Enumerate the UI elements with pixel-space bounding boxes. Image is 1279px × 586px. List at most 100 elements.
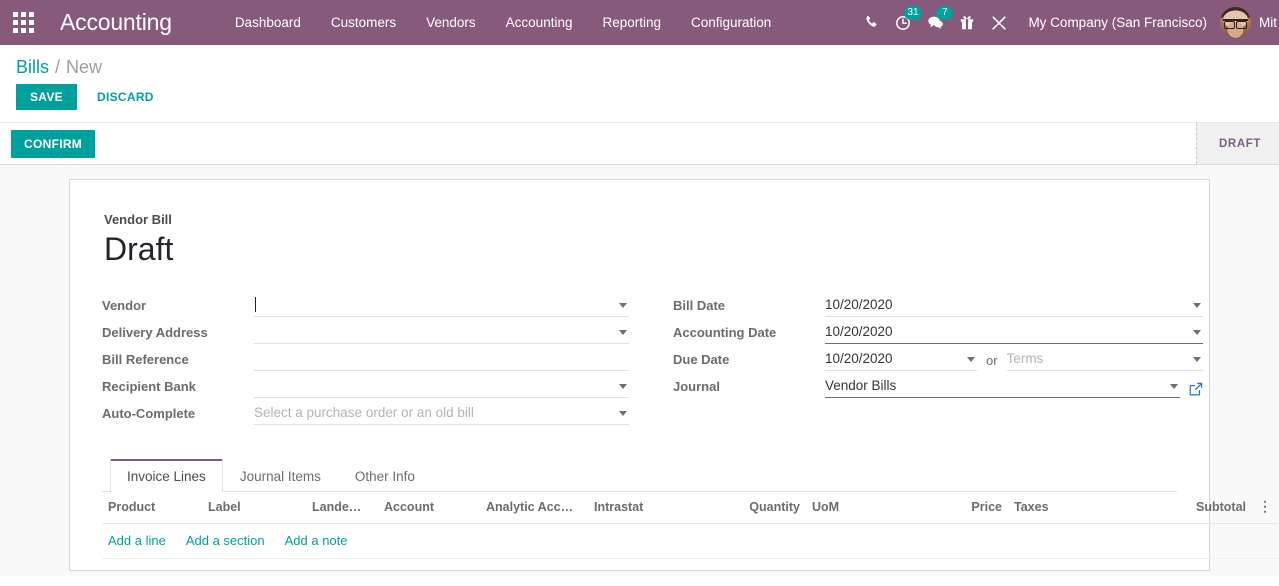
column-options-icon: ⋮ xyxy=(1258,501,1272,511)
tab-journal-items[interactable]: Journal Items xyxy=(223,459,338,492)
status-bar: CONFIRM DRAFT xyxy=(0,122,1279,165)
col-price[interactable]: Price xyxy=(936,492,1008,524)
add-row: Add a line Add a section Add a note xyxy=(102,523,1278,558)
menu-item-accounting[interactable]: Accounting xyxy=(491,0,588,45)
chevron-down-icon[interactable] xyxy=(619,303,627,308)
field-label-delivery-address: Delivery Address xyxy=(102,325,254,344)
field-label-recipient-bank: Recipient Bank xyxy=(102,379,254,398)
col-label[interactable]: Label xyxy=(202,492,306,524)
field-recipient-bank: Recipient Bank xyxy=(102,371,629,398)
form-subtitle: Vendor Bill xyxy=(104,212,1177,227)
journal-input[interactable]: Vendor Bills xyxy=(825,375,1180,398)
col-intrastat[interactable]: Intrastat xyxy=(588,492,718,524)
activities-button[interactable]: 31 xyxy=(887,0,919,45)
menu-item-configuration[interactable]: Configuration xyxy=(676,0,786,45)
tools-icon xyxy=(991,15,1007,31)
chevron-down-icon[interactable] xyxy=(1193,330,1201,335)
notebook: Invoice Lines Journal Items Other Info P… xyxy=(102,459,1177,559)
user-menu[interactable]: Mit xyxy=(1220,7,1279,38)
chevron-down-icon[interactable] xyxy=(967,357,975,362)
main-menu: Dashboard Customers Vendors Accounting R… xyxy=(220,0,787,45)
field-vendor: Vendor xyxy=(102,290,629,317)
status-badge-draft[interactable]: DRAFT xyxy=(1196,123,1279,164)
field-label-accounting-date: Accounting Date xyxy=(673,325,825,344)
app-brand-title[interactable]: Accounting xyxy=(60,9,172,36)
field-label-vendor: Vendor xyxy=(102,298,254,317)
field-label-bill-reference: Bill Reference xyxy=(102,352,254,371)
col-subtotal[interactable]: Subtotal xyxy=(1136,492,1252,524)
due-date-or-label: or xyxy=(977,353,1007,371)
field-label-due-date: Due Date xyxy=(673,352,825,371)
payment-terms-placeholder: Terms xyxy=(1007,351,1044,366)
tab-invoice-lines[interactable]: Invoice Lines xyxy=(110,459,223,492)
field-bill-date: Bill Date 10/20/2020 xyxy=(673,290,1203,317)
field-label-journal: Journal xyxy=(673,379,825,398)
tab-other-info[interactable]: Other Info xyxy=(338,459,432,492)
gift-button[interactable] xyxy=(951,0,983,45)
add-a-section-link[interactable]: Add a section xyxy=(186,533,265,548)
column-options-button[interactable]: ⋮ xyxy=(1252,492,1278,524)
apps-menu-toggle[interactable] xyxy=(0,0,46,45)
status-pipeline: DRAFT xyxy=(1196,123,1279,164)
breadcrumb: Bills / New xyxy=(0,45,1279,80)
add-a-note-link[interactable]: Add a note xyxy=(285,533,348,548)
menu-item-customers[interactable]: Customers xyxy=(316,0,411,45)
col-landed-costs[interactable]: Lande… xyxy=(306,492,378,524)
col-product[interactable]: Product xyxy=(102,492,202,524)
menu-item-dashboard[interactable]: Dashboard xyxy=(220,0,316,45)
form-column-right: Bill Date 10/20/2020 Accounting Date 10/… xyxy=(673,290,1203,425)
confirm-button[interactable]: CONFIRM xyxy=(11,130,95,158)
payment-terms-input[interactable]: Terms xyxy=(1007,348,1203,371)
accounting-date-input[interactable]: 10/20/2020 xyxy=(825,321,1203,344)
discard-button[interactable]: DISCARD xyxy=(83,84,168,110)
add-links: Add a line Add a section Add a note xyxy=(108,533,1272,548)
col-taxes[interactable]: Taxes xyxy=(1008,492,1136,524)
form-column-left: Vendor Delivery Address xyxy=(102,290,629,425)
field-accounting-date: Accounting Date 10/20/2020 xyxy=(673,317,1203,344)
chevron-down-icon[interactable] xyxy=(619,411,627,416)
field-auto-complete: Auto-Complete Select a purchase order or… xyxy=(102,398,629,425)
bill-reference-input[interactable] xyxy=(254,348,629,371)
tools-button[interactable] xyxy=(983,0,1015,45)
save-button[interactable]: SAVE xyxy=(16,84,77,110)
chevron-down-icon[interactable] xyxy=(1170,384,1178,389)
apps-grid-icon xyxy=(13,12,34,33)
external-link-icon xyxy=(1189,382,1203,396)
vendor-input[interactable] xyxy=(254,294,629,317)
control-panel: Bills / New SAVE DISCARD xyxy=(0,45,1279,122)
journal-value: Vendor Bills xyxy=(825,378,896,393)
bill-date-input[interactable]: 10/20/2020 xyxy=(825,294,1203,317)
menu-item-reporting[interactable]: Reporting xyxy=(587,0,676,45)
top-navbar: Accounting Dashboard Customers Vendors A… xyxy=(0,0,1279,45)
accounting-date-value: 10/20/2020 xyxy=(825,324,893,339)
page-title: Draft xyxy=(104,231,1177,268)
add-a-line-link[interactable]: Add a line xyxy=(108,533,166,548)
col-uom[interactable]: UoM xyxy=(806,492,936,524)
field-journal: Journal Vendor Bills xyxy=(673,371,1203,398)
field-label-auto-complete: Auto-Complete xyxy=(102,406,254,425)
gift-icon xyxy=(960,15,974,30)
messages-button[interactable]: 7 xyxy=(919,0,951,45)
recipient-bank-input[interactable] xyxy=(254,375,629,398)
delivery-address-input[interactable] xyxy=(254,321,629,344)
breadcrumb-bills[interactable]: Bills xyxy=(16,57,49,78)
menu-item-vendors[interactable]: Vendors xyxy=(411,0,491,45)
table-header-row: Product Label Lande… Account Analytic Ac… xyxy=(102,492,1278,524)
col-quantity[interactable]: Quantity xyxy=(718,492,806,524)
journal-open-button[interactable] xyxy=(1189,382,1203,398)
breadcrumb-separator: / xyxy=(55,57,60,78)
auto-complete-input[interactable]: Select a purchase order or an old bill xyxy=(254,402,629,425)
field-due-date: Due Date 10/20/2020 or Terms xyxy=(673,344,1203,371)
breadcrumb-current: New xyxy=(66,57,102,78)
chevron-down-icon[interactable] xyxy=(619,384,627,389)
field-label-bill-date: Bill Date xyxy=(673,298,825,317)
due-date-input[interactable]: 10/20/2020 xyxy=(825,348,977,371)
company-switcher[interactable]: My Company (San Francisco) xyxy=(1015,15,1220,30)
col-account[interactable]: Account xyxy=(378,492,480,524)
phone-button[interactable] xyxy=(855,0,887,45)
chevron-down-icon[interactable] xyxy=(619,330,627,335)
col-analytic-account[interactable]: Analytic Acc… xyxy=(480,492,588,524)
form-fields: Vendor Delivery Address xyxy=(102,290,1177,425)
chevron-down-icon[interactable] xyxy=(1193,303,1201,308)
chevron-down-icon[interactable] xyxy=(1193,357,1201,362)
